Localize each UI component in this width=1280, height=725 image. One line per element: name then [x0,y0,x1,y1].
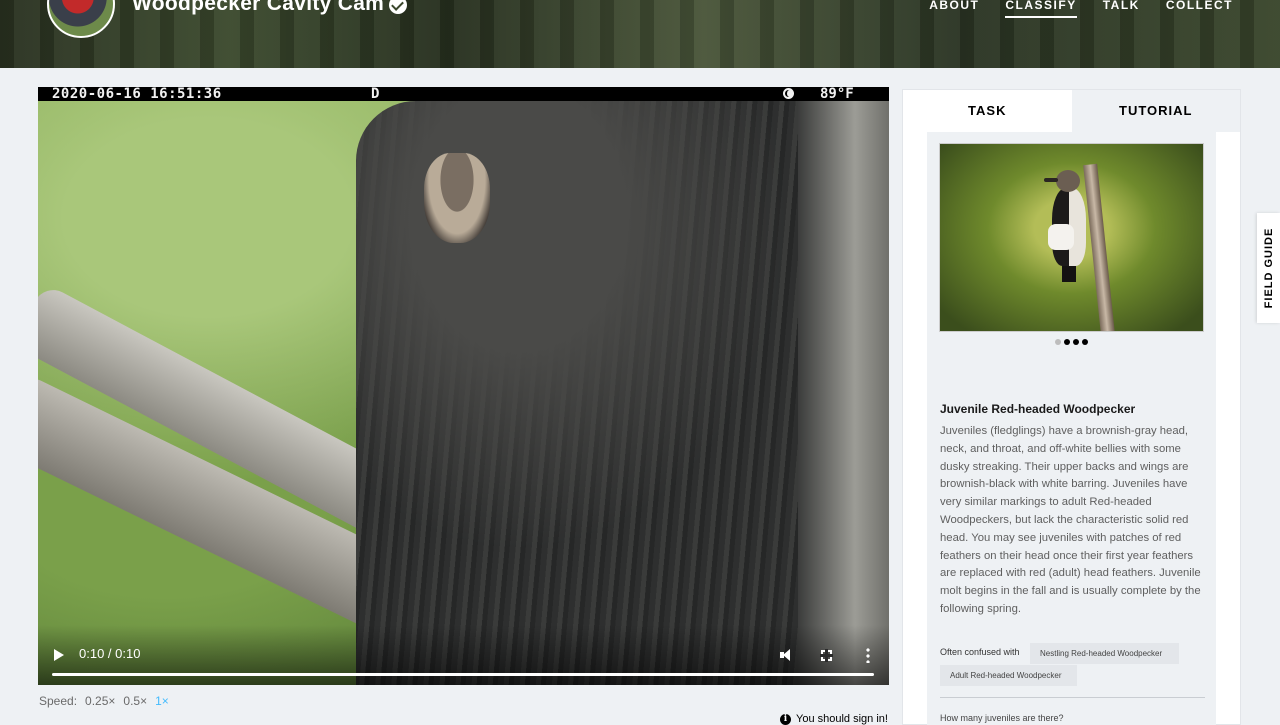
video-controls: 0:10 / 0:10 [38,625,889,685]
confused-with-label: Often confused with [940,647,1020,657]
volume-icon[interactable] [780,649,794,661]
carousel-dot[interactable] [1055,339,1061,345]
field-guide-label: FIELD GUIDE [1262,227,1275,309]
nav-collect[interactable]: COLLECT [1166,0,1233,18]
confused-with-chip[interactable]: Nestling Red-headed Woodpecker [1030,643,1179,664]
confused-with-chip[interactable]: Adult Red-headed Woodpecker [940,665,1077,686]
speed-option-1x[interactable]: 1× [155,694,169,708]
osd-datetime: 2020-06-16 16:51:36 [52,87,222,102]
osd-mode: D [371,87,380,102]
project-title[interactable]: Woodpecker Cavity Cam [132,0,384,16]
video-progress-bar[interactable] [52,673,874,676]
nav-classify[interactable]: CLASSIFY [1005,0,1077,18]
project-header: Woodpecker Cavity Cam ABOUT CLASSIFY TAL… [0,0,1280,68]
tab-task[interactable]: TASK [903,90,1072,132]
carousel-dots [927,339,1216,345]
tree-trunk-edge [798,101,889,685]
speed-label: Speed: [39,694,78,708]
carousel-dot[interactable] [1073,339,1079,345]
signin-notice[interactable]: i You should sign in! [780,713,888,725]
task-panel: TASK TUTORIAL Juvenile Red-headed Woodpe… [902,89,1241,725]
carousel-dot[interactable] [1064,339,1070,345]
bird-in-cavity [424,153,490,243]
project-avatar[interactable] [47,0,115,38]
play-icon[interactable] [54,649,64,661]
panel-tabs: TASK TUTORIAL [903,90,1240,132]
tab-tutorial[interactable]: TUTORIAL [1071,90,1240,132]
speed-option-0-5x[interactable]: 0.5× [123,694,147,708]
video-frame [38,101,889,685]
more-options-icon[interactable] [866,647,870,663]
video-player[interactable]: 2020-06-16 16:51:36 D 89°F 0:10 / 0:10 [38,87,889,685]
moon-icon [783,88,794,99]
woodpecker-figure [1044,170,1094,282]
project-nav: ABOUT CLASSIFY TALK COLLECT [929,0,1233,18]
osd-temperature: 89°F [820,87,854,102]
species-guide-card: Juvenile Red-headed Woodpecker Juveniles… [927,132,1216,725]
species-photo [939,143,1204,332]
verified-check-icon [389,0,407,14]
video-time: 0:10 / 0:10 [79,646,141,661]
speed-option-0-25x[interactable]: 0.25× [85,694,115,708]
field-guide-button[interactable]: FIELD GUIDE [1257,213,1280,323]
carousel-dot[interactable] [1082,339,1088,345]
question-text: How many juveniles are there? [940,713,1064,723]
info-icon: i [780,713,791,725]
fullscreen-icon[interactable] [820,649,833,662]
nav-about[interactable]: ABOUT [929,0,979,18]
signin-text: You should sign in! [796,713,888,725]
nav-talk[interactable]: TALK [1103,0,1140,18]
divider [940,697,1205,698]
camera-overlay: 2020-06-16 16:51:36 D 89°F [38,87,889,102]
species-title: Juvenile Red-headed Woodpecker [940,402,1136,416]
speed-controls: Speed: 0.25× 0.5× 1× [39,694,169,708]
species-description: Juveniles (fledglings) have a brownish-g… [940,425,1201,615]
